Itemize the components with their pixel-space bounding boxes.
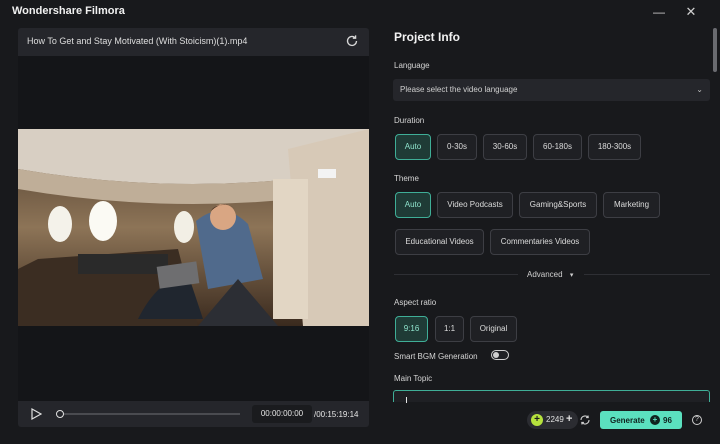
video-filename: How To Get and Stay Motivated (With Stoi…	[27, 36, 248, 46]
generate-label: Generate	[610, 416, 645, 425]
divider-left	[394, 274, 518, 275]
duration-option-auto[interactable]: Auto	[395, 134, 431, 160]
language-placeholder: Please select the video language	[400, 85, 518, 94]
title-bar: Wondershare Filmora — ✕	[0, 0, 720, 24]
advanced-toggle[interactable]: Advanced ▾	[527, 270, 573, 279]
theme-option-marketing[interactable]: Marketing	[603, 192, 660, 218]
advanced-label: Advanced	[527, 270, 563, 279]
divider-right	[584, 274, 710, 275]
video-file-bar: How To Get and Stay Motivated (With Stoi…	[18, 28, 369, 56]
video-player[interactable]	[18, 56, 369, 401]
duration-option-60-180s[interactable]: 60-180s	[533, 134, 582, 160]
cost-coin-icon: +	[650, 415, 660, 425]
chevron-down-icon: ⌄	[696, 85, 703, 94]
total-duration: /00:15:19:14	[314, 410, 359, 419]
refresh-icon[interactable]	[345, 34, 359, 48]
text-caret	[406, 397, 407, 403]
language-select[interactable]: Please select the video language ⌄	[393, 79, 710, 101]
duration-label: Duration	[394, 116, 425, 125]
toggle-knob	[493, 352, 499, 358]
panel-title: Project Info	[394, 30, 461, 44]
app-title: Wondershare Filmora	[12, 5, 125, 17]
aspect-option-1-1[interactable]: 1:1	[435, 316, 464, 342]
theme-option-gaming-sports[interactable]: Gaming&Sports	[519, 192, 597, 218]
credits-count: 2249	[546, 415, 564, 424]
duration-option-180-300s[interactable]: 180-300s	[588, 134, 641, 160]
add-credits-button[interactable]: +	[566, 413, 572, 425]
aspect-option-9-16[interactable]: 9:16	[395, 316, 428, 342]
current-time: 00:00:00:00	[252, 405, 312, 423]
generate-cost: 96	[663, 416, 672, 425]
theme-option-commentaries-videos[interactable]: Commentaries Videos	[490, 229, 590, 255]
scrollbar-thumb[interactable]	[713, 28, 717, 72]
main-topic-label: Main Topic	[394, 374, 433, 383]
language-label: Language	[394, 61, 430, 70]
video-frame	[18, 129, 369, 326]
aspect-option-original[interactable]: Original	[470, 316, 517, 342]
theme-label: Theme	[394, 174, 419, 183]
generate-button[interactable]: Generate + 96	[600, 411, 682, 429]
credits-badge[interactable]: + 2249 +	[527, 411, 578, 429]
smart-bgm-toggle[interactable]	[491, 350, 509, 360]
aspect-ratio-label: Aspect ratio	[394, 298, 437, 307]
close-icon[interactable]: ✕	[680, 2, 702, 22]
duration-option-0-30s[interactable]: 0-30s	[437, 134, 477, 160]
play-icon[interactable]	[30, 408, 42, 420]
theme-option-video-podcasts[interactable]: Video Podcasts	[437, 192, 513, 218]
help-icon[interactable]: ?	[692, 415, 702, 425]
refresh-credits-icon[interactable]	[579, 414, 591, 426]
theme-option-auto[interactable]: Auto	[395, 192, 431, 218]
seek-track[interactable]	[60, 413, 240, 415]
coin-icon: +	[531, 414, 543, 426]
duration-option-30-60s[interactable]: 30-60s	[483, 134, 527, 160]
theme-option-educational-videos[interactable]: Educational Videos	[395, 229, 484, 255]
main-topic-input[interactable]	[393, 390, 710, 403]
smart-bgm-label: Smart BGM Generation	[394, 352, 478, 361]
seek-handle[interactable]	[56, 410, 64, 418]
player-controls: 00:00:00:00 /00:15:19:14	[18, 401, 369, 427]
minimize-icon[interactable]: —	[648, 2, 670, 22]
caret-down-icon: ▾	[569, 272, 574, 279]
